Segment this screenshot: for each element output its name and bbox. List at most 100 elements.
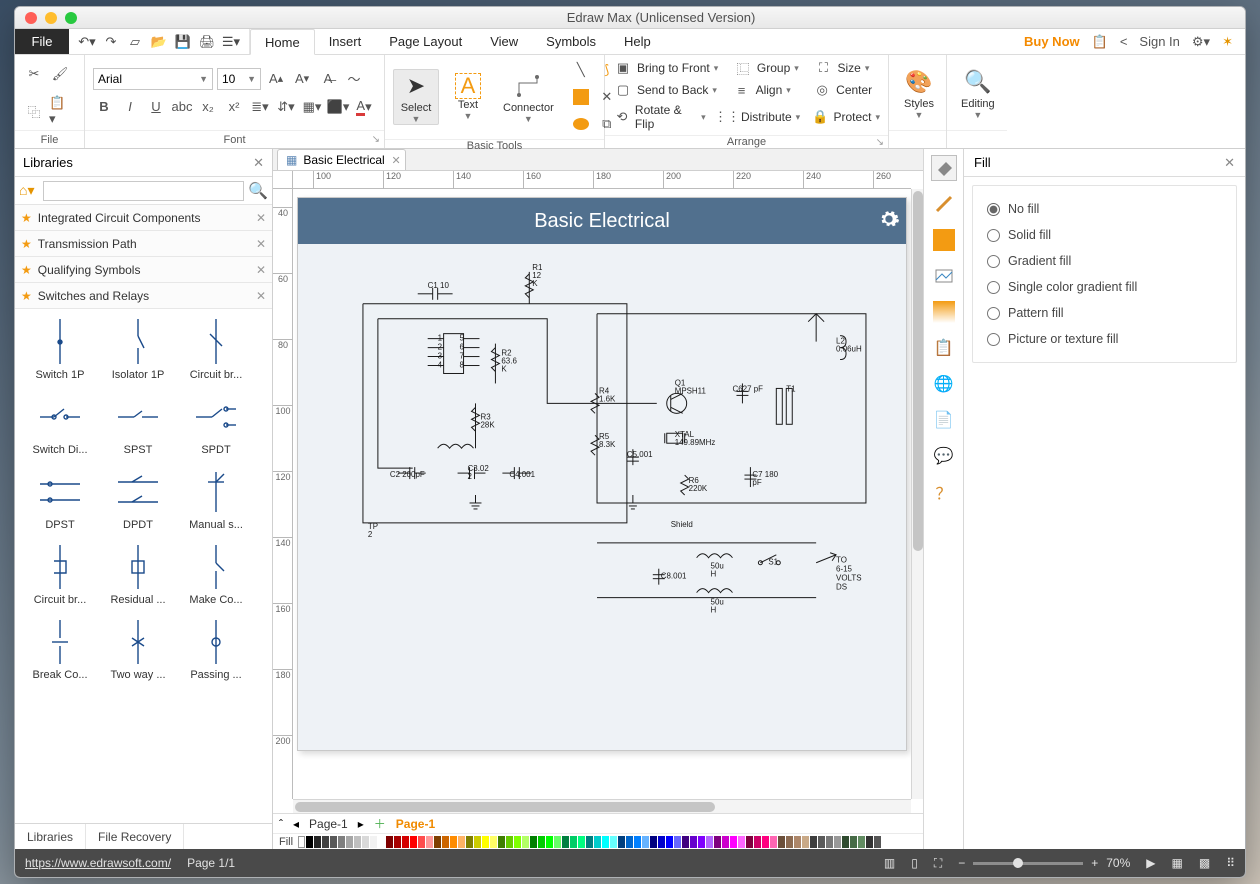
color-swatch[interactable] <box>650 836 657 848</box>
color-swatch[interactable] <box>642 836 649 848</box>
cut-icon[interactable]: ✂ <box>23 63 45 85</box>
library-item[interactable]: Make Co... <box>177 538 255 609</box>
view-outline-icon[interactable]: ▯ <box>911 856 918 870</box>
font-name-select[interactable]: Arial▼ <box>93 68 213 90</box>
align-text-icon[interactable]: ▦▾ <box>301 96 323 118</box>
search-icon[interactable]: 🔍 <box>248 181 268 201</box>
redo-icon[interactable]: ↷ <box>99 34 123 50</box>
horizontal-scrollbar[interactable] <box>293 799 911 813</box>
tab-page-layout[interactable]: Page Layout <box>375 29 476 54</box>
text-tool[interactable]: AText▼ <box>449 73 487 121</box>
clear-format-icon[interactable]: A̶ <box>317 68 339 90</box>
library-items-grid[interactable]: Switch 1PIsolator 1PCircuit br...Switch … <box>15 309 272 823</box>
minimize-window-icon[interactable] <box>45 12 57 24</box>
library-item[interactable]: DPST <box>21 463 99 534</box>
lib-category[interactable]: ★Qualifying Symbols✕ <box>15 257 272 283</box>
help-icon[interactable]: ？ <box>931 479 957 505</box>
color-swatch[interactable] <box>738 836 745 848</box>
color-swatch[interactable] <box>778 836 785 848</box>
bold-icon[interactable]: B <box>93 96 115 118</box>
connector-tool[interactable]: Connector▼ <box>497 70 560 124</box>
color-swatch[interactable] <box>610 836 617 848</box>
page-collapse-icon[interactable]: ˆ <box>279 817 283 831</box>
line-shape-icon[interactable]: ╲ <box>570 59 592 81</box>
grid-b-icon[interactable]: ▩ <box>1199 856 1210 870</box>
send-back-icon[interactable]: ▢ <box>613 81 633 99</box>
current-page-label[interactable]: Page-1 <box>396 817 435 831</box>
color-swatch[interactable] <box>506 836 513 848</box>
color-swatch[interactable] <box>354 836 361 848</box>
open-icon[interactable]: 📂 <box>147 34 171 50</box>
color-swatch[interactable] <box>858 836 865 848</box>
highlight-icon[interactable]: ⬛▾ <box>327 96 349 118</box>
bring-front-icon[interactable]: ▣ <box>613 59 633 77</box>
library-item[interactable]: Residual ... <box>99 538 177 609</box>
vendor-link[interactable]: https://www.edrawsoft.com/ <box>25 856 171 870</box>
size-icon[interactable]: ⛶ <box>813 59 833 77</box>
color-swatch[interactable] <box>370 836 377 848</box>
close-category-icon[interactable]: ✕ <box>256 289 266 303</box>
maximize-window-icon[interactable] <box>65 12 77 24</box>
color-swatch[interactable] <box>818 836 825 848</box>
prev-page-icon[interactable]: ◂ <box>293 817 299 831</box>
tab-home[interactable]: Home <box>250 29 315 55</box>
library-item[interactable]: SPST <box>99 388 177 459</box>
rotate-button[interactable]: Rotate & Flip <box>635 103 697 131</box>
color-swatch[interactable] <box>418 836 425 848</box>
print-icon[interactable]: 🖨 <box>195 34 219 50</box>
color-swatch[interactable] <box>626 836 633 848</box>
color-swatch[interactable] <box>498 836 505 848</box>
library-item[interactable]: Manual s... <box>177 463 255 534</box>
color-swatch[interactable] <box>570 836 577 848</box>
color-swatch[interactable] <box>802 836 809 848</box>
color-swatch[interactable] <box>522 836 529 848</box>
line-spacing-icon[interactable]: ⇵▾ <box>275 96 297 118</box>
buy-now-link[interactable]: Buy Now <box>1024 34 1080 49</box>
tab-insert[interactable]: Insert <box>315 29 376 54</box>
color-swatch[interactable] <box>538 836 545 848</box>
color-swatch[interactable] <box>378 836 385 848</box>
color-swatch[interactable] <box>770 836 777 848</box>
color-swatch[interactable] <box>794 836 801 848</box>
save-icon[interactable]: 💾 <box>171 34 195 50</box>
clipboard-icon[interactable]: 📋 <box>931 335 957 361</box>
color-swatch[interactable] <box>682 836 689 848</box>
undo-icon[interactable]: ↶▾ <box>75 34 99 50</box>
close-category-icon[interactable]: ✕ <box>256 263 266 277</box>
color-swatch[interactable] <box>618 836 625 848</box>
gear-icon[interactable] <box>878 208 900 236</box>
library-home-icon[interactable]: ⌂▾ <box>19 182 39 199</box>
color-swatch[interactable] <box>698 836 705 848</box>
select-tool[interactable]: ➤Select▼ <box>393 69 439 125</box>
library-item[interactable]: Circuit br... <box>177 313 255 384</box>
canvas[interactable]: 100120140160180200220240260 406080100120… <box>273 171 923 813</box>
tab-help[interactable]: Help <box>610 29 665 54</box>
close-libraries-icon[interactable]: ✕ <box>253 155 264 171</box>
settings-icon[interactable]: ⚙▾ <box>1192 34 1210 50</box>
color-swatch[interactable] <box>690 836 697 848</box>
zoom-in-icon[interactable]: + <box>1091 856 1098 870</box>
decrease-font-icon[interactable]: A▾ <box>291 68 313 90</box>
document-tab[interactable]: ▦Basic Electrical✕ <box>277 149 406 170</box>
grid-c-icon[interactable]: ⠿ <box>1226 856 1235 870</box>
styles-button[interactable]: 🎨Styles▼ <box>897 66 941 120</box>
color-swatch[interactable] <box>786 836 793 848</box>
fill-option[interactable]: Pattern fill <box>987 300 1222 326</box>
library-item[interactable]: Switch 1P <box>21 313 99 384</box>
align-icon[interactable]: ≡ <box>732 81 752 99</box>
color-swatch[interactable] <box>482 836 489 848</box>
color-swatch[interactable] <box>410 836 417 848</box>
close-window-icon[interactable] <box>25 12 37 24</box>
rotate-icon[interactable]: ⟲ <box>613 108 631 126</box>
distribute-button[interactable]: Distribute <box>741 110 792 124</box>
color-swatch[interactable] <box>330 836 337 848</box>
color-swatch[interactable] <box>850 836 857 848</box>
color-swatch[interactable] <box>402 836 409 848</box>
add-page-icon[interactable]: ＋ <box>374 815 386 832</box>
color-swatch[interactable] <box>586 836 593 848</box>
close-category-icon[interactable]: ✕ <box>256 237 266 251</box>
color-swatch[interactable] <box>386 836 393 848</box>
no-color-swatch[interactable] <box>298 836 305 848</box>
gradient-fill-icon[interactable] <box>931 299 957 325</box>
curved-text-icon[interactable]: ～ <box>343 68 365 90</box>
